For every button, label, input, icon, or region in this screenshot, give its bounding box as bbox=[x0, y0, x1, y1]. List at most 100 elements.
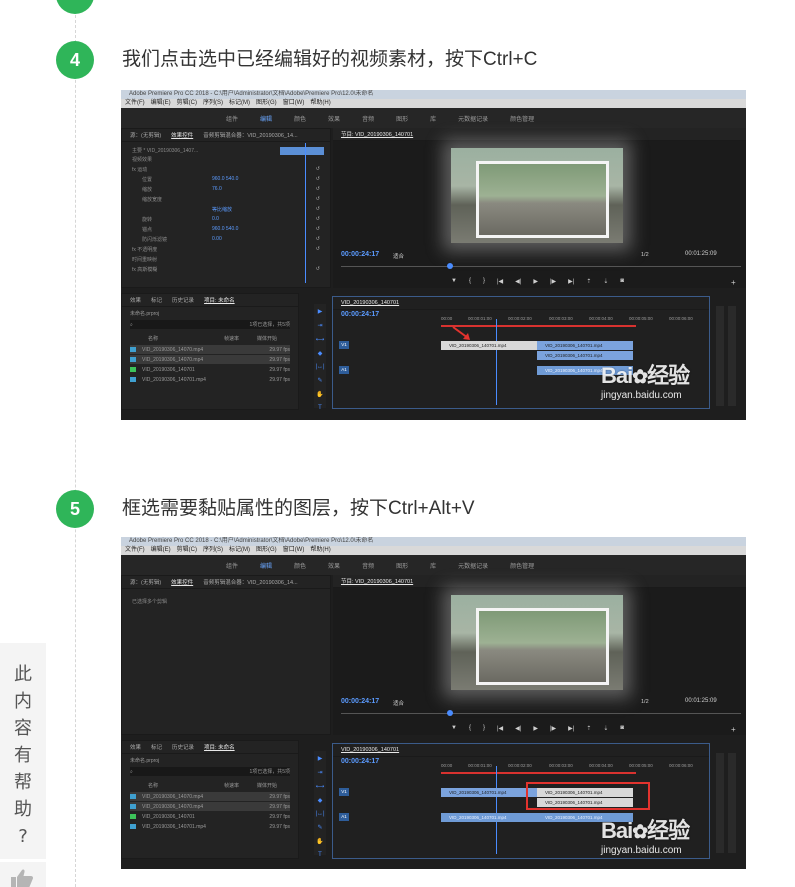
step-back-icon[interactable]: ◀| bbox=[515, 278, 521, 285]
lift-icon[interactable]: ⇡ bbox=[586, 725, 591, 732]
tab-history[interactable]: 历史记录 bbox=[172, 296, 194, 304]
project-search-input[interactable]: ⌕ 1项已选择，共5项 bbox=[130, 767, 290, 776]
tab-history[interactable]: 历史记录 bbox=[172, 743, 194, 751]
ripple-edit-icon[interactable]: ⟷ bbox=[316, 783, 325, 790]
menu-item[interactable]: 帮助(H) bbox=[310, 546, 330, 555]
reset-icon[interactable]: ↺ bbox=[316, 216, 320, 222]
menu-item[interactable]: 剪辑(C) bbox=[177, 99, 197, 108]
program-playhead[interactable] bbox=[447, 263, 453, 269]
effect-row[interactable]: 旋转 0.0 ↺ bbox=[142, 216, 320, 224]
menu-item[interactable]: 文件(F) bbox=[125, 99, 145, 108]
project-item[interactable]: VID_20190306_14070.mp4 29.97 fps bbox=[130, 355, 290, 364]
clip-audio[interactable]: VID_20190306_140701.mp4 bbox=[441, 813, 537, 822]
menu-item[interactable]: 剪辑(C) bbox=[177, 546, 197, 555]
project-item[interactable]: VID_20190306_140701 29.97 fps bbox=[130, 365, 290, 374]
add-marker-icon[interactable]: ▼ bbox=[451, 725, 457, 732]
track-target-v1[interactable]: V1 bbox=[339, 341, 349, 349]
go-to-in-icon[interactable]: |◀ bbox=[497, 278, 503, 285]
menu-item[interactable]: 标记(M) bbox=[229, 546, 250, 555]
project-item[interactable]: VID_20190306_140701.mp4 29.97 fps bbox=[130, 822, 290, 831]
effect-row[interactable]: 锚点 960.0 540.0 ↺ bbox=[142, 226, 320, 234]
effect-row[interactable]: 缩放宽度 ↺ bbox=[142, 196, 320, 204]
workspace-tab[interactable]: 效果 bbox=[328, 114, 340, 123]
workspace-tab[interactable]: 效果 bbox=[328, 561, 340, 570]
hand-icon[interactable]: ✋ bbox=[316, 391, 323, 398]
menu-item[interactable]: 编辑(E) bbox=[151, 546, 171, 555]
program-scrubber[interactable] bbox=[341, 266, 741, 267]
workspace-tab[interactable]: 颜色 bbox=[294, 561, 306, 570]
go-to-out-icon[interactable]: ▶| bbox=[568, 725, 574, 732]
timeline-timecode[interactable]: 00:00:24:17 bbox=[341, 311, 379, 318]
go-to-out-icon[interactable]: ▶| bbox=[568, 278, 574, 285]
effect-row[interactable]: 时间重映射 bbox=[132, 256, 320, 264]
effect-row[interactable]: fx 高斯模糊 ↺ bbox=[132, 266, 320, 274]
menu-item[interactable]: 标记(M) bbox=[229, 99, 250, 108]
screenshot-step-5[interactable]: Adobe Premiere Pro CC 2018 - C:\用户\Admin… bbox=[121, 537, 746, 869]
menu-item[interactable]: 图形(G) bbox=[256, 99, 277, 108]
mark-out-icon[interactable]: } bbox=[483, 278, 485, 285]
project-item[interactable]: VID_20190306_140701 29.97 fps bbox=[130, 812, 290, 821]
mark-out-icon[interactable]: } bbox=[483, 725, 485, 732]
tab-audio-mixer[interactable]: 音频剪辑混合器：VID_20190306_14... bbox=[203, 578, 297, 586]
tab-markers[interactable]: 标记 bbox=[151, 296, 162, 304]
tab-project[interactable]: 项目: 未命名 bbox=[204, 743, 235, 751]
tab-effects[interactable]: 效果 bbox=[130, 743, 141, 751]
menu-item[interactable]: 窗口(W) bbox=[283, 546, 305, 555]
timeline-timecode[interactable]: 00:00:24:17 bbox=[341, 758, 379, 765]
export-frame-icon[interactable]: ◙ bbox=[620, 725, 624, 732]
workspace-tab[interactable]: 元数据记录 bbox=[458, 114, 488, 123]
workspace-tab[interactable]: 颜色管理 bbox=[510, 561, 534, 570]
effect-row[interactable]: 位置 960.0 540.0 ↺ bbox=[142, 176, 320, 184]
tab-source[interactable]: 源：(无剪辑) bbox=[130, 578, 161, 586]
razor-icon[interactable]: ◆ bbox=[318, 350, 323, 357]
clip-selected[interactable]: VID_20190306_140701.mp4 bbox=[441, 341, 537, 350]
tab-project[interactable]: 项目: 未命名 bbox=[204, 296, 235, 304]
project-item[interactable]: VID_20190306_140701.mp4 29.97 fps bbox=[130, 375, 290, 384]
timeline-playhead[interactable] bbox=[496, 766, 497, 854]
menu-item[interactable]: 序列(S) bbox=[203, 546, 223, 555]
track-target-a1[interactable]: A1 bbox=[339, 813, 349, 821]
tab-audio-mixer[interactable]: 音频剪辑混合器：VID_20190306_14... bbox=[203, 131, 297, 139]
mark-in-icon[interactable]: { bbox=[469, 725, 471, 732]
effect-row[interactable]: 缩放 76.0 ↺ bbox=[142, 186, 320, 194]
extract-icon[interactable]: ⇣ bbox=[603, 278, 608, 285]
menu-item[interactable]: 序列(S) bbox=[203, 99, 223, 108]
thumbs-up-button[interactable] bbox=[0, 862, 46, 887]
effect-row[interactable]: fx 运动 ↺ bbox=[132, 166, 320, 174]
pen-icon[interactable]: ✎ bbox=[317, 377, 322, 384]
ripple-edit-icon[interactable]: ⟷ bbox=[316, 336, 325, 343]
project-item[interactable]: VID_20190306_14070.mp4 29.97 fps bbox=[130, 802, 290, 811]
project-search-input[interactable]: ⌕ 1项已选择，共5项 bbox=[130, 320, 290, 329]
slip-icon[interactable]: |↔| bbox=[315, 811, 324, 817]
workspace-tab[interactable]: 组件 bbox=[226, 561, 238, 570]
play-icon[interactable]: ▶ bbox=[533, 278, 538, 285]
effect-playhead[interactable] bbox=[305, 143, 306, 283]
tab-source[interactable]: 源：(无剪辑) bbox=[130, 131, 161, 139]
reset-icon[interactable]: ↺ bbox=[316, 196, 320, 202]
workspace-tab[interactable]: 颜色 bbox=[294, 114, 306, 123]
reset-icon[interactable]: ↺ bbox=[316, 236, 320, 242]
program-timecode[interactable]: 00:00:24:17 bbox=[341, 698, 379, 705]
effect-row[interactable]: fx 不透明度 ↺ bbox=[132, 246, 320, 254]
track-select-icon[interactable]: ⇥ bbox=[317, 322, 322, 329]
pen-icon[interactable]: ✎ bbox=[317, 824, 322, 831]
type-icon[interactable]: T bbox=[318, 852, 322, 858]
add-button-icon[interactable]: + bbox=[731, 725, 736, 734]
reset-icon[interactable]: ↺ bbox=[316, 176, 320, 182]
timeline-playhead[interactable] bbox=[496, 319, 497, 405]
quality-dropdown[interactable]: 1/2 bbox=[641, 252, 649, 258]
add-marker-icon[interactable]: ▼ bbox=[451, 278, 457, 285]
reset-icon[interactable]: ↺ bbox=[316, 266, 320, 272]
clip-video[interactable]: VID_20190306_140701.mp4 bbox=[537, 341, 633, 350]
uniform-scale-checkbox[interactable]: 等比缩放 bbox=[212, 206, 232, 213]
program-playhead[interactable] bbox=[447, 710, 453, 716]
feedback-sidebar[interactable]: 此 内 容 有 帮 助 ? bbox=[0, 643, 46, 859]
menu-item[interactable]: 文件(F) bbox=[125, 546, 145, 555]
step-forward-icon[interactable]: |▶ bbox=[550, 278, 556, 285]
lift-icon[interactable]: ⇡ bbox=[586, 278, 591, 285]
program-timecode[interactable]: 00:00:24:17 bbox=[341, 251, 379, 258]
screenshot-step-4[interactable]: Adobe Premiere Pro CC 2018 - C:\用户\Admin… bbox=[121, 90, 746, 420]
slip-icon[interactable]: |↔| bbox=[315, 364, 324, 370]
workspace-tab[interactable]: 库 bbox=[430, 114, 436, 123]
tab-effect-controls[interactable]: 效果控件 bbox=[171, 578, 193, 586]
